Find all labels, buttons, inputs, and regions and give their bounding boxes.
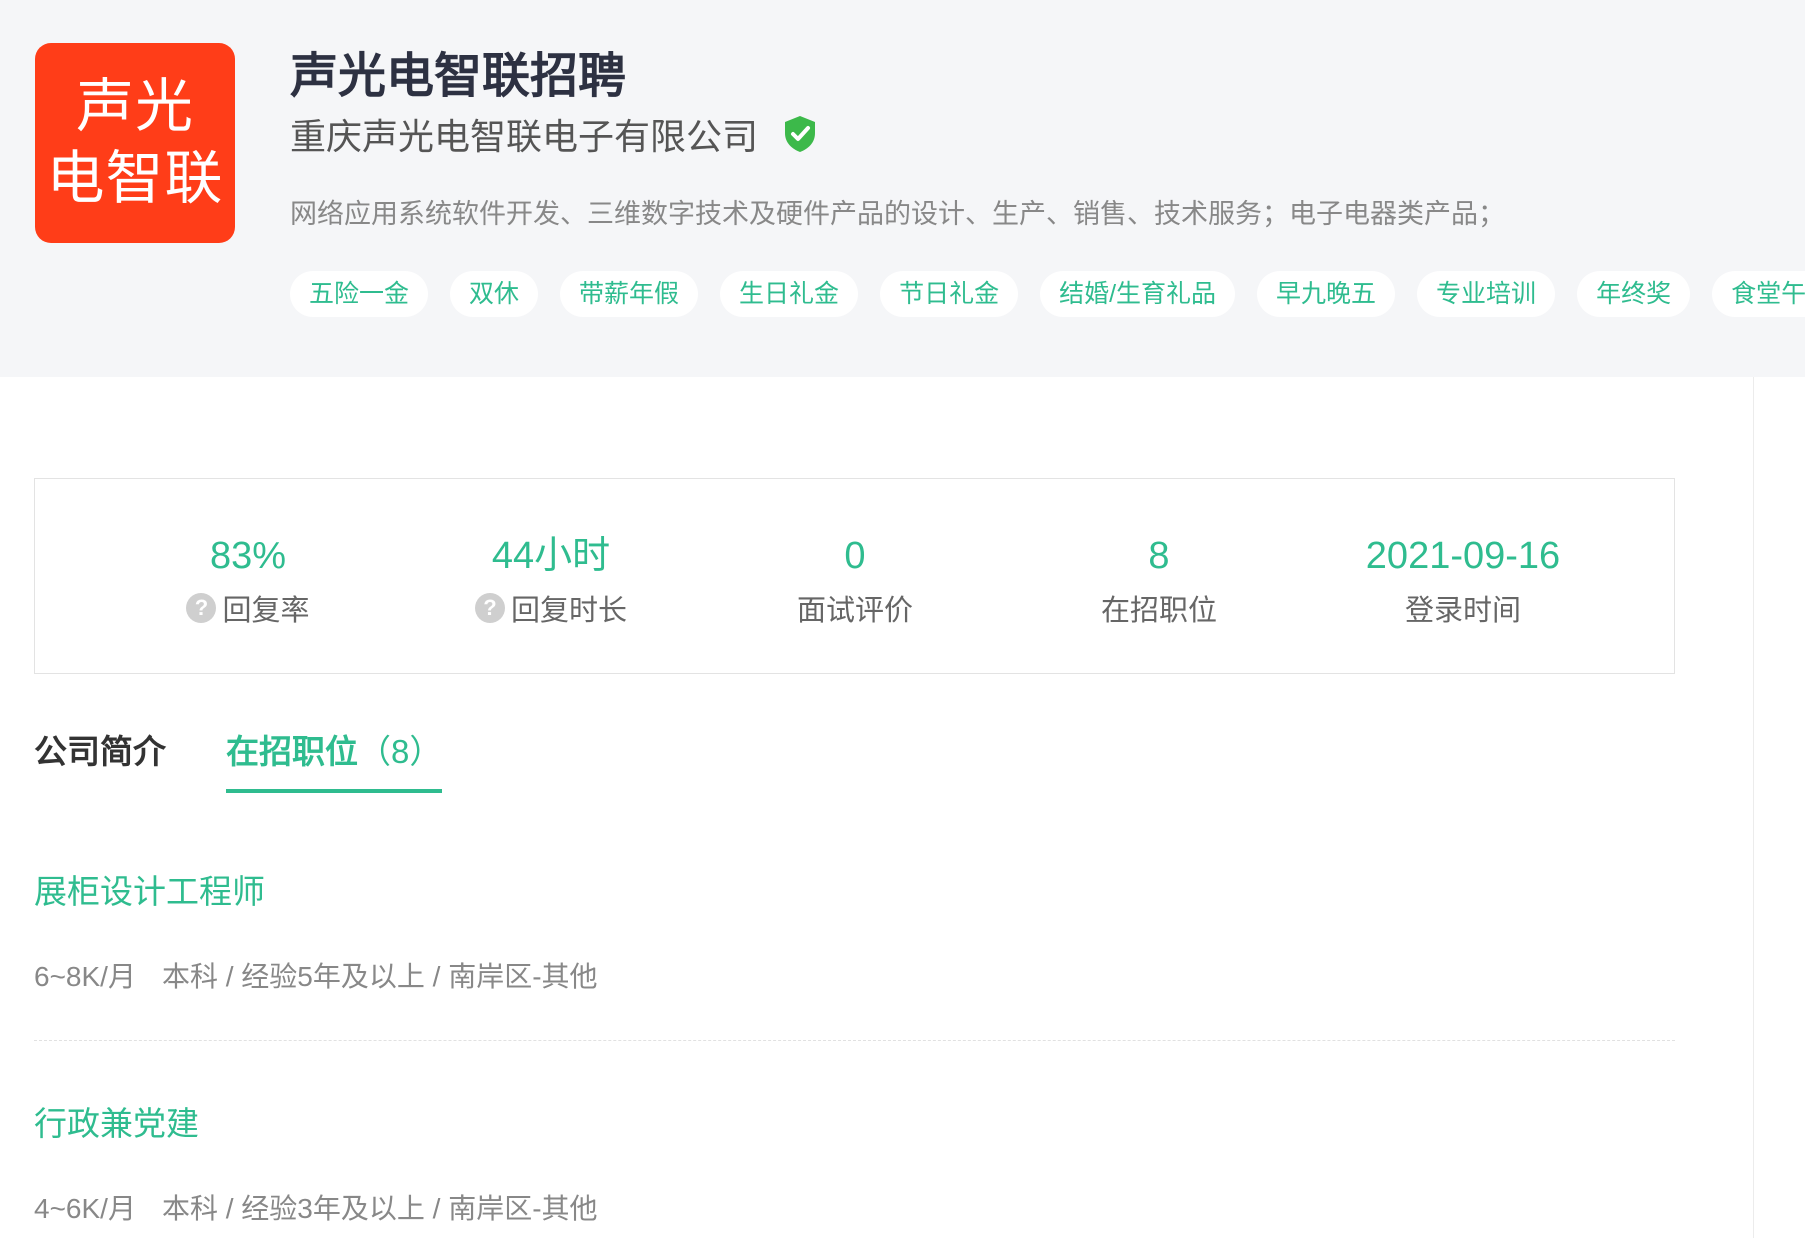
tab-company-intro[interactable]: 公司简介 (34, 725, 166, 793)
tab-label: 在招职位 (226, 733, 358, 770)
job-divider (34, 1040, 1675, 1041)
job-salary: 6~8K/月 (34, 961, 136, 992)
stat-label-row: ? 回复率 (98, 587, 398, 629)
stat-label-row: 在招职位 (1009, 587, 1309, 629)
benefit-tag: 双休 (450, 271, 539, 317)
stat-value: 44小时 (491, 535, 611, 577)
stat-value: 8 (1148, 535, 1170, 577)
stats-panel: 83% ? 回复率 44小时 ? 回复时长 0 面试评价 8 在招职位 2021… (34, 478, 1675, 674)
job-details: 本科 / 经验3年及以上 / 南岸区-其他 (161, 1193, 598, 1224)
stat-label-row: 面试评价 (705, 587, 1005, 629)
stat-last-login: 2021-09-16 登录时间 (1313, 531, 1613, 629)
stat-value: 2021-09-16 (1365, 535, 1561, 577)
logo-line-1: 声光 (75, 74, 194, 139)
help-icon[interactable]: ? (474, 593, 505, 623)
stat-label-row: ? 回复时长 (401, 587, 701, 629)
stat-label: 在招职位 (1100, 595, 1217, 627)
stat-label: 面试评价 (796, 595, 913, 627)
job-title-link[interactable]: 展柜设计工程师 (34, 865, 1675, 913)
job-salary: 4~6K/月 (34, 1193, 136, 1224)
stat-label: 回复时长 (510, 595, 627, 627)
job-meta: 6~8K/月 本科 / 经验5年及以上 / 南岸区-其他 (34, 955, 1675, 995)
shield-check-icon (785, 116, 816, 152)
stat-value: 83% (209, 535, 287, 577)
stat-reply-time: 44小时 ? 回复时长 (401, 531, 701, 629)
tab-open-positions[interactable]: 在招职位（8） (226, 725, 443, 793)
job-meta: 4~6K/月 本科 / 经验3年及以上 / 南岸区-其他 (34, 1187, 1675, 1227)
company-tabs: 公司简介 在招职位（8） (34, 725, 443, 793)
stat-value: 0 (844, 535, 866, 577)
company-description: 网络应用系统软件开发、三维数字技术及硬件产品的设计、生产、销售、技术服务；电子电… (290, 199, 1505, 229)
stat-open-positions: 8 在招职位 (1009, 531, 1309, 629)
benefit-tag: 生日礼金 (720, 271, 859, 317)
logo-line-2: 电智联 (46, 146, 224, 211)
company-logo: 声光 电智联 (35, 43, 235, 243)
stat-label: 回复率 (222, 595, 310, 627)
benefit-tag: 带薪年假 (560, 271, 699, 317)
job-title-link[interactable]: 行政兼党建 (34, 1097, 1675, 1145)
benefit-tag: 专业培训 (1417, 271, 1556, 317)
company-header: 声光 电智联 声光电智联招聘 重庆声光电智联电子有限公司 网络应用系统软件开发、… (0, 0, 1805, 377)
sidebar-divider (1753, 377, 1754, 1238)
benefit-tag: 早九晚五 (1257, 271, 1396, 317)
job-list-item: 行政兼党建 4~6K/月 本科 / 经验3年及以上 / 南岸区-其他 (34, 1097, 1675, 1227)
benefit-tag: 食堂午餐 (1712, 271, 1805, 317)
stat-label: 登录时间 (1404, 595, 1521, 627)
company-full-name: 重庆声光电智联电子有限公司 (290, 116, 759, 157)
page-title: 声光电智联招聘 (290, 50, 627, 103)
benefit-tags: 五险一金 双休 带薪年假 生日礼金 节日礼金 结婚/生育礼品 早九晚五 专业培训… (290, 271, 1805, 317)
job-list-item: 展柜设计工程师 6~8K/月 本科 / 经验5年及以上 / 南岸区-其他 (34, 865, 1675, 995)
tab-count: （8） (358, 733, 443, 770)
stat-label-row: 登录时间 (1313, 587, 1613, 629)
benefit-tag: 年终奖 (1577, 271, 1691, 317)
stat-reply-rate: 83% ? 回复率 (98, 531, 398, 629)
stat-interview-reviews: 0 面试评价 (705, 531, 1005, 629)
help-icon[interactable]: ? (186, 593, 217, 623)
company-name-row: 重庆声光电智联电子有限公司 (290, 108, 818, 160)
benefit-tag: 节日礼金 (880, 271, 1019, 317)
benefit-tag: 五险一金 (290, 271, 429, 317)
benefit-tag: 结婚/生育礼品 (1040, 271, 1236, 317)
job-details: 本科 / 经验5年及以上 / 南岸区-其他 (161, 961, 598, 992)
